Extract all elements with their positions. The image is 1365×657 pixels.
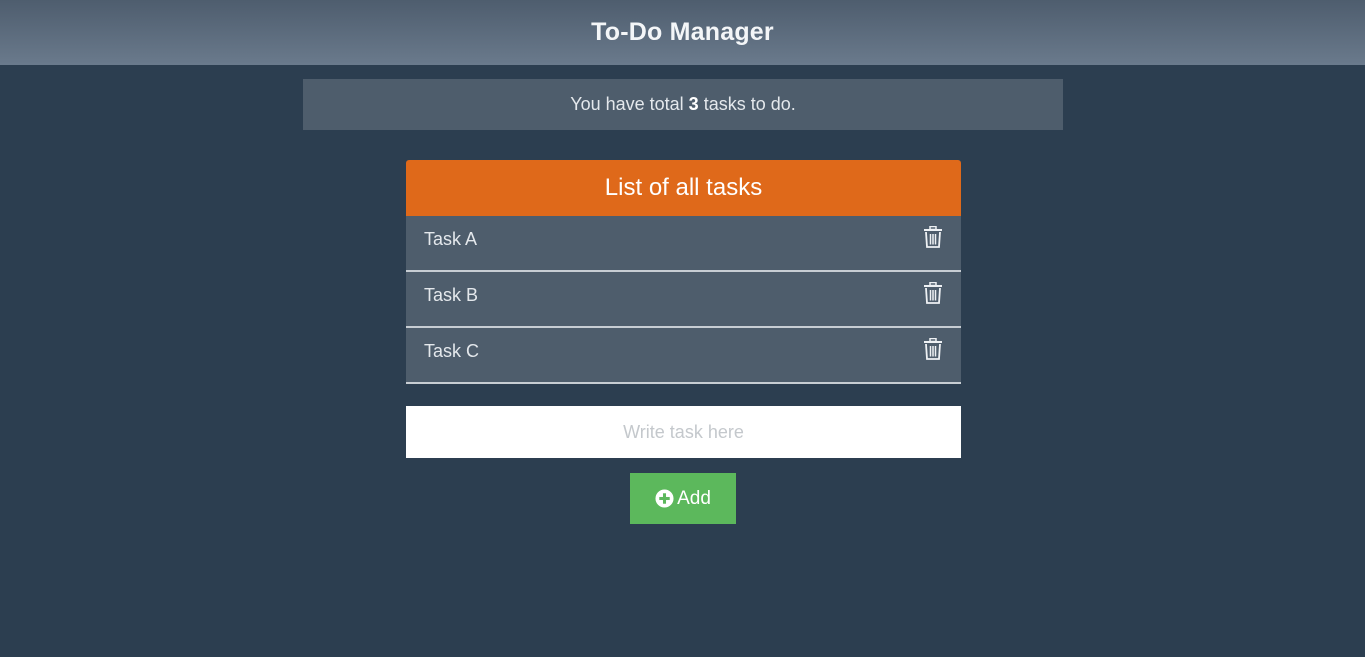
task-list-card: List of all tasks Task A Task B Task C	[406, 160, 961, 384]
trash-icon[interactable]	[923, 226, 943, 248]
task-count-summary: You have total 3 tasks to do.	[303, 79, 1063, 130]
task-list-title: List of all tasks	[406, 160, 961, 216]
app-title: To-Do Manager	[591, 18, 774, 46]
plus-circle-icon	[655, 489, 674, 508]
task-label: Task B	[424, 285, 479, 305]
task-item: Task C	[406, 328, 961, 384]
trash-icon[interactable]	[923, 282, 943, 304]
summary-prefix: You have total	[570, 94, 684, 114]
task-item: Task B	[406, 272, 961, 328]
task-item: Task A	[406, 216, 961, 272]
app-header: To-Do Manager	[0, 0, 1365, 65]
summary-suffix: tasks to do.	[703, 94, 796, 114]
task-count: 3	[688, 94, 699, 114]
new-task-input[interactable]	[406, 406, 961, 458]
add-task-button[interactable]: Add	[630, 473, 736, 524]
trash-icon[interactable]	[923, 338, 943, 360]
task-label: Task A	[424, 229, 478, 249]
task-label: Task C	[424, 341, 480, 361]
add-button-label: Add	[677, 487, 711, 509]
